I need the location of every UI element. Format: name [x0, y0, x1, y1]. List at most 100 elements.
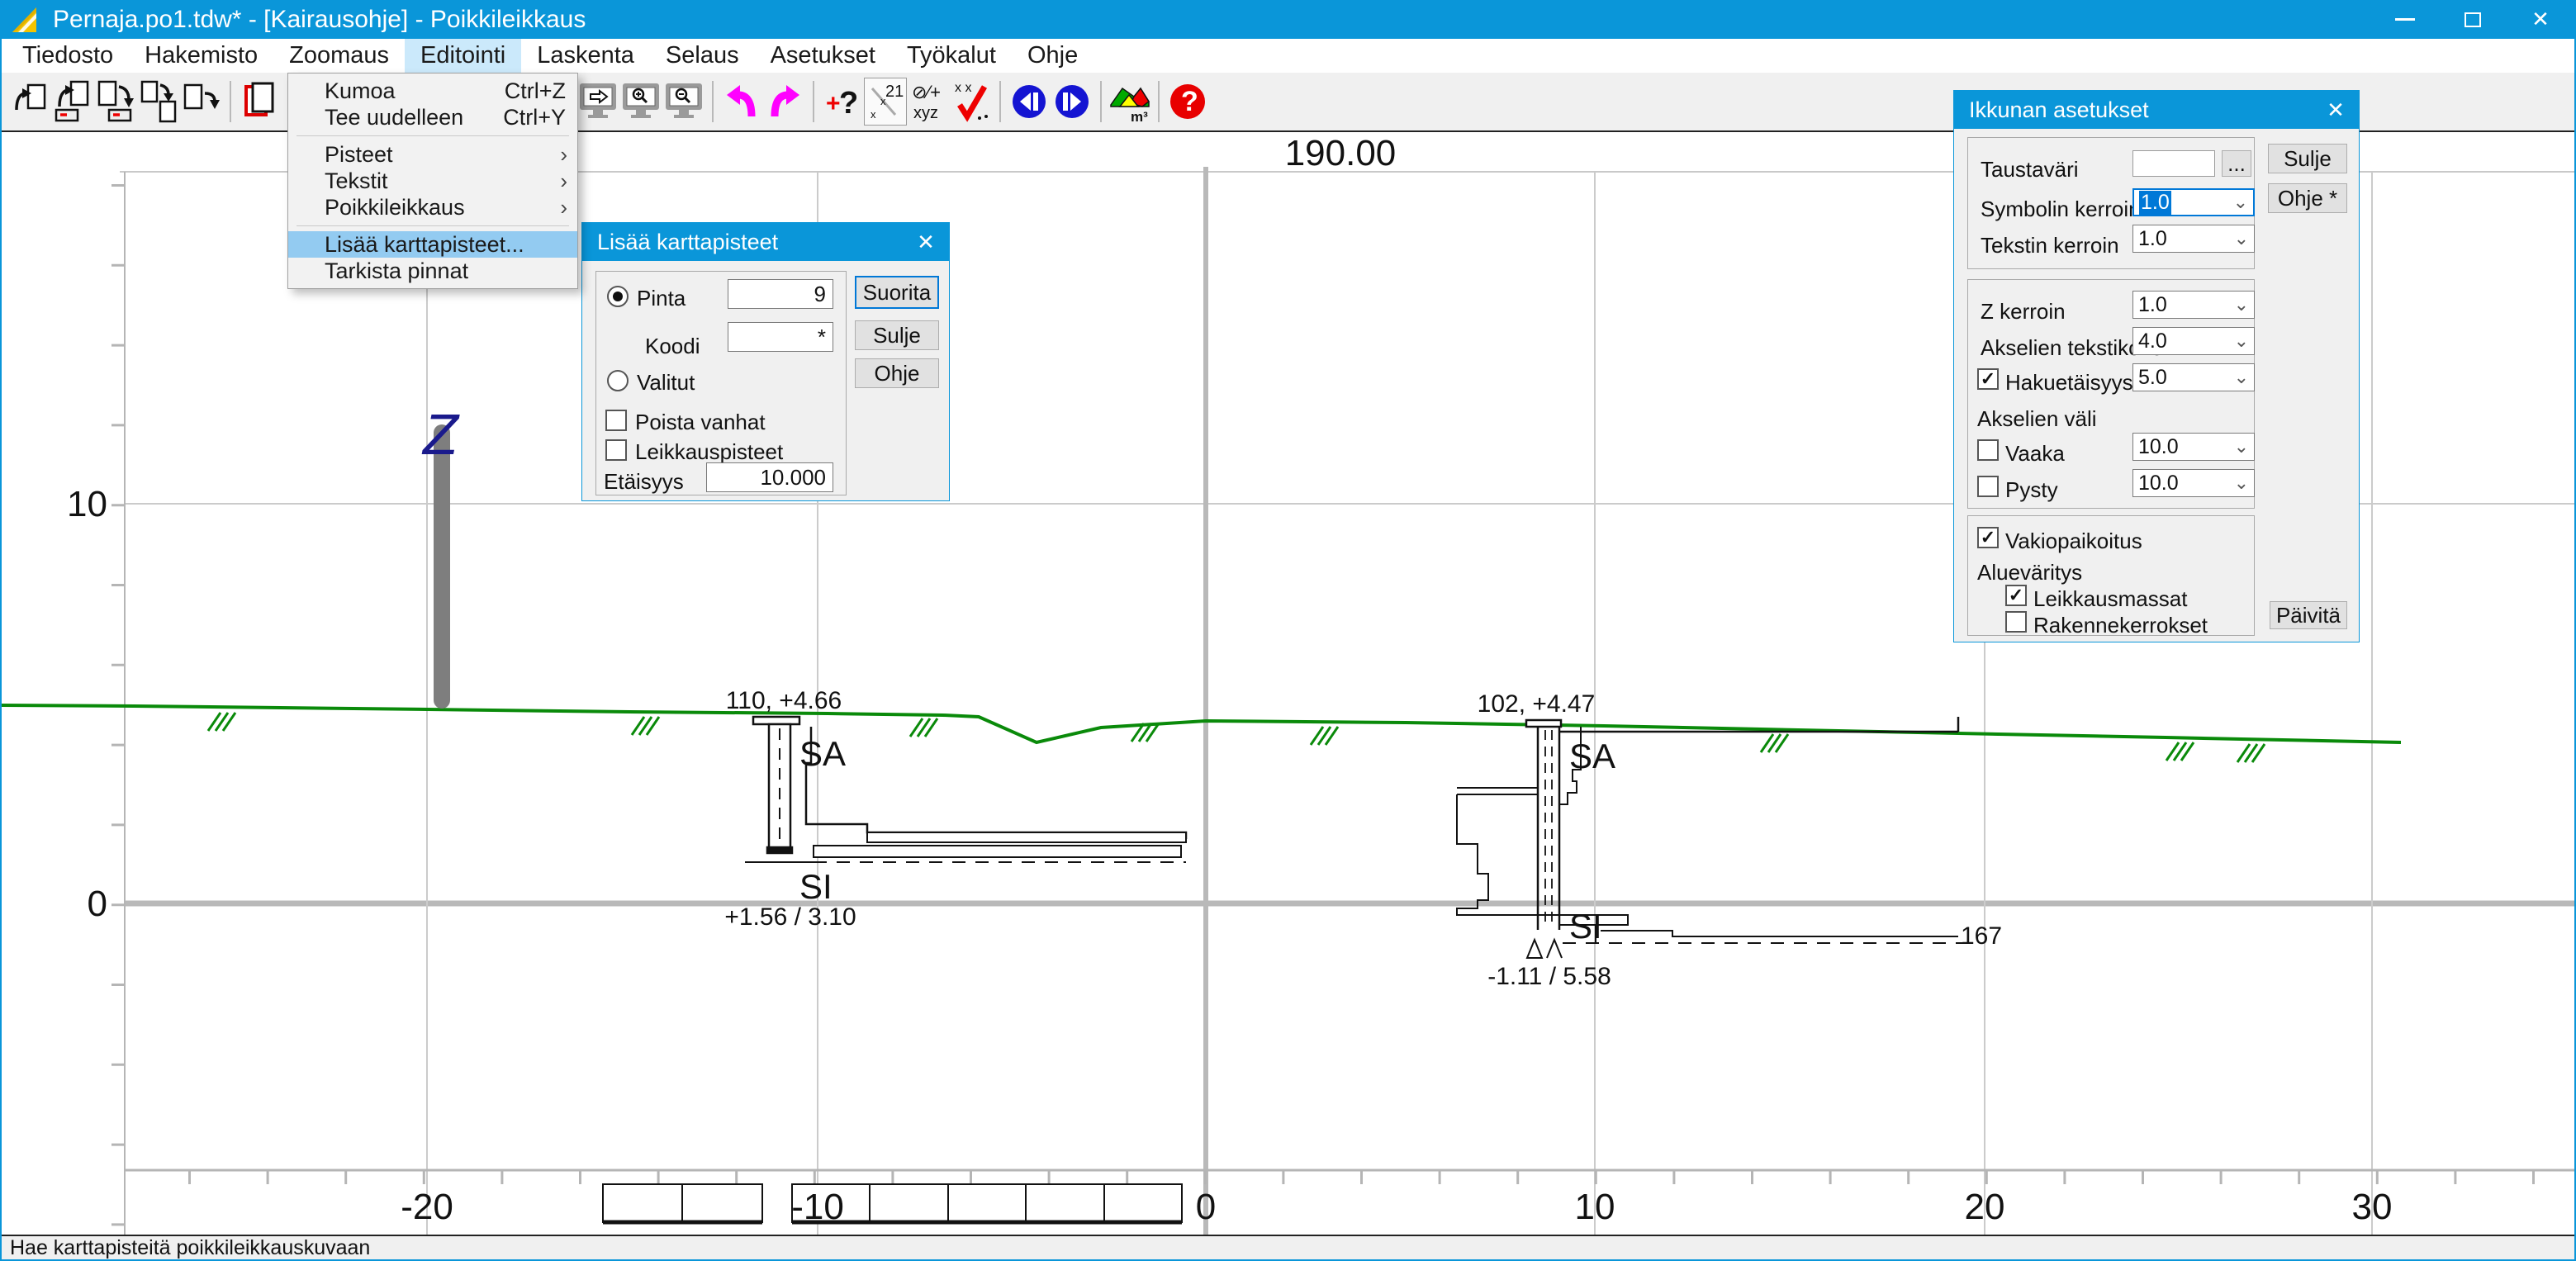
point-numbering-toggle[interactable]: x x 21 [864, 78, 907, 126]
redo-button[interactable] [763, 78, 806, 126]
menu-tiedosto[interactable]: Tiedosto [7, 39, 129, 73]
toolbar-separator [712, 81, 714, 122]
new-drawing-button[interactable] [8, 78, 51, 126]
application-window: Pernaja.po1.tdw* - [Kairausohje] - Poikk… [0, 0, 2576, 1261]
toolbar-separator [813, 81, 814, 122]
menu-item-lisaa-karttapisteet[interactable]: Lisää karttapisteet... [288, 231, 577, 258]
menu-item-tekstit[interactable]: Tekstit › [288, 168, 577, 194]
copy-drawing-button[interactable] [238, 78, 281, 126]
next-circle-icon [1053, 80, 1091, 123]
dialog-title-bar[interactable]: Ikkunan asetukset ✕ [1954, 91, 2359, 129]
valitut-radio[interactable] [607, 370, 629, 391]
suorita-button[interactable]: Suorita [855, 276, 939, 309]
paivita-button[interactable]: Päivitä [2270, 601, 2347, 629]
ohje-button[interactable]: Ohje [855, 358, 939, 388]
zoom-out-button[interactable] [662, 78, 705, 126]
shortcut-kumoa: Ctrl+Z [505, 78, 569, 104]
toolbar-separator [1100, 81, 1102, 122]
pinta-input[interactable]: 9 [728, 279, 833, 309]
koodi-input[interactable]: * [728, 322, 833, 352]
pysty-combo[interactable]: 10.0 ⌄ [2132, 469, 2255, 497]
menu-selaus[interactable]: Selaus [650, 39, 755, 73]
view-next-button[interactable] [576, 78, 619, 126]
menu-ohje[interactable]: Ohje [1012, 39, 1093, 73]
radio-dot [613, 292, 623, 301]
hakuetaisyys-checkbox[interactable]: ✓ [1977, 368, 1999, 390]
save-file-button[interactable] [94, 78, 137, 126]
vakiopaikoitus-checkbox[interactable]: ✓ [1977, 527, 1999, 548]
maximize-button[interactable] [2439, 0, 2507, 39]
menu-separator [297, 225, 569, 226]
svg-text:x: x [871, 108, 876, 121]
minimize-button[interactable] [2371, 0, 2439, 39]
dialog-title: Ikkunan asetukset [1969, 97, 2149, 123]
tekstin-kerroin-combo[interactable]: 1.0 ⌄ [2132, 225, 2255, 253]
poista-vanhat-checkbox[interactable] [605, 410, 627, 431]
menu-item-tarkista-pinnat[interactable]: Tarkista pinnat [288, 258, 577, 284]
taustavari-picker-button[interactable]: ... [2222, 150, 2251, 177]
menu-tyokalut[interactable]: Työkalut [891, 39, 1012, 73]
previous-section-button[interactable] [1008, 78, 1051, 126]
menu-item-kumoa[interactable]: Kumoa Ctrl+Z [288, 78, 577, 104]
vaaka-combo[interactable]: 10.0 ⌄ [2132, 433, 2255, 461]
x-axis-label-20: 20 [1965, 1187, 2005, 1227]
ohje-button[interactable]: Ohje * [2268, 183, 2347, 213]
menu-laskenta[interactable]: Laskenta [521, 39, 650, 73]
pinta-radio[interactable] [607, 286, 629, 307]
dialog-title-bar[interactable]: Lisää karttapisteet ✕ [582, 223, 949, 261]
borehole-102-header: 102, +4.47 [1478, 690, 1596, 718]
toolbar-separator [230, 81, 231, 122]
coordinate-xyz-button[interactable]: ⊘⁄+ xyz [907, 78, 950, 126]
volume-calculation-button[interactable]: m³ [1108, 78, 1151, 126]
check-points-button[interactable]: x x [950, 78, 993, 126]
menu-item-poikkileikkaus[interactable]: Poikkileikkaus › [288, 194, 577, 220]
menu-item-pisteet[interactable]: Pisteet › [288, 141, 577, 168]
menu-asetukset[interactable]: Asetukset [755, 39, 891, 73]
z-kerroin-combo[interactable]: 1.0 ⌄ [2132, 291, 2255, 319]
aluevaritys-label: Alueväritys [1977, 560, 2082, 585]
borehole-102-footer: -1.11 / 5.58 [1487, 963, 1611, 990]
menu-item-tee-uudelleen[interactable]: Tee uudelleen Ctrl+Y [288, 104, 577, 130]
pysty-checkbox[interactable] [1977, 476, 1999, 497]
etaisyys-input[interactable]: 10.000 [706, 462, 833, 492]
help-button[interactable]: ? [1166, 78, 1209, 126]
rakennekerrokset-checkbox[interactable] [2005, 611, 2027, 633]
svg-text:21: 21 [885, 83, 904, 101]
sulje-button[interactable]: Sulje [855, 320, 939, 350]
import-file-button[interactable] [137, 78, 180, 126]
symbolin-kerroin-combo[interactable]: 1.0 ⌄ [2132, 188, 2255, 216]
menu-hakemisto[interactable]: Hakemisto [129, 39, 273, 73]
leikkausmassat-label: Leikkausmassat [2033, 586, 2187, 612]
dialog-close-button[interactable]: ✕ [903, 223, 949, 261]
next-section-button[interactable] [1051, 78, 1093, 126]
z-marker-label: Z [421, 402, 460, 467]
plus-question-icon: + ? [824, 80, 861, 123]
hakuetaisyys-combo[interactable]: 5.0 ⌄ [2132, 363, 2255, 391]
export-file-button[interactable] [180, 78, 223, 126]
point-query-button[interactable]: + ? [821, 78, 864, 126]
close-icon: ✕ [2531, 7, 2550, 32]
xyz-axes-icon: ⊘⁄+ xyz [910, 80, 946, 123]
vaaka-checkbox[interactable] [1977, 439, 1999, 461]
borehole-110-soil-si: SI [799, 867, 833, 906]
maximize-icon [2465, 12, 2481, 27]
menu-editointi[interactable]: Editointi [405, 39, 521, 73]
check-icon: ✓ [2009, 585, 2023, 606]
editointi-dropdown-menu: Kumoa Ctrl+Z Tee uudelleen Ctrl+Y Pistee… [287, 73, 578, 289]
open-file-button[interactable] [51, 78, 94, 126]
akselien-tekstikoko-combo[interactable]: 4.0 ⌄ [2132, 327, 2255, 355]
menu-zoomaus[interactable]: Zoomaus [273, 39, 405, 73]
close-button[interactable]: ✕ [2507, 0, 2574, 39]
taustavari-swatch[interactable] [2132, 150, 2215, 177]
zoom-in-button[interactable] [619, 78, 662, 126]
borehole-110-footer: +1.56 / 3.10 [724, 903, 856, 931]
redo-icon [766, 80, 803, 123]
leikkausmassat-checkbox[interactable]: ✓ [2005, 585, 2027, 606]
previous-circle-icon [1010, 80, 1048, 123]
undo-button[interactable] [720, 78, 763, 126]
sulje-button[interactable]: Sulje [2268, 144, 2347, 173]
leikkauspisteet-checkbox[interactable] [605, 439, 627, 461]
copy-documents-icon [241, 80, 278, 123]
submenu-arrow-icon: › [560, 195, 569, 220]
dialog-close-button[interactable]: ✕ [2313, 91, 2359, 129]
